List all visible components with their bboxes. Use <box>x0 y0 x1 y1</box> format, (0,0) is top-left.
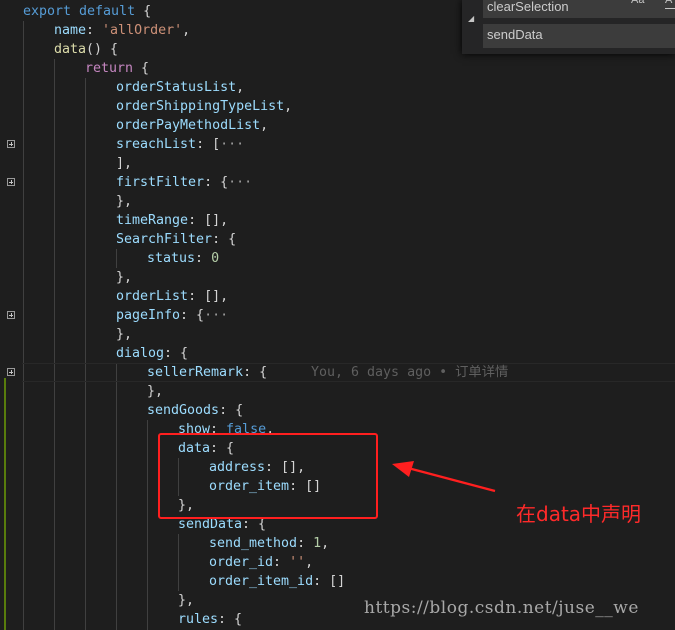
code-line[interactable]: firstFilter: {··· <box>0 173 675 192</box>
git-blame-annotation: You, 6 days ago • 订单详情 <box>311 365 509 380</box>
code-line[interactable]: }, <box>0 268 675 287</box>
code-line[interactable]: status: 0 <box>0 249 675 268</box>
expand-fold-icon[interactable] <box>7 368 15 376</box>
watermark: https://blog.csdn.net/juse__we <box>364 598 639 618</box>
code-line[interactable]: orderShippingTypeList, <box>0 97 675 116</box>
code-line[interactable]: order_item_id: [] <box>0 572 675 591</box>
expand-fold-icon[interactable] <box>7 178 15 186</box>
toggle-replace-button[interactable]: ◢ <box>462 0 482 54</box>
code-editor[interactable]: export default { name: 'allOrder', data(… <box>0 0 675 630</box>
expand-fold-icon[interactable] <box>7 311 15 319</box>
code-line[interactable]: SearchFilter: { <box>0 230 675 249</box>
code-line[interactable]: return { <box>0 59 675 78</box>
annotation-label: 在data中声明 <box>516 502 642 526</box>
replace-input[interactable]: sendData <box>483 24 675 48</box>
code-line[interactable]: }, <box>0 325 675 344</box>
code-line[interactable]: orderList: [], <box>0 287 675 306</box>
code-line[interactable]: sendGoods: { <box>0 401 675 420</box>
highlight-box <box>158 433 378 519</box>
code-line[interactable]: dialog: { <box>0 344 675 363</box>
folded-ellipsis[interactable]: ··· <box>204 308 228 323</box>
match-case-toggle[interactable]: Aa <box>631 0 649 8</box>
code-line[interactable]: timeRange: [], <box>0 211 675 230</box>
code-line[interactable]: orderPayMethodList, <box>0 116 675 135</box>
folded-ellipsis[interactable]: ··· <box>228 175 252 190</box>
expand-fold-icon[interactable] <box>7 140 15 148</box>
code-line[interactable]: }, <box>0 192 675 211</box>
arrow-icon <box>392 461 496 493</box>
code-line[interactable]: pageInfo: {··· <box>0 306 675 325</box>
match-whole-word-toggle[interactable]: A <box>665 0 675 9</box>
code-line[interactable]: ], <box>0 154 675 173</box>
code-line[interactable]: sreachList: [··· <box>0 135 675 154</box>
triangle-down-icon: ◢ <box>468 14 475 23</box>
folded-ellipsis[interactable]: ··· <box>220 137 244 152</box>
code-line[interactable]: order_id: '', <box>0 553 675 572</box>
find-input[interactable]: clearSelection Aa A <box>483 0 675 18</box>
code-line[interactable]: orderStatusList, <box>0 78 675 97</box>
find-replace-widget: ◢ clearSelection Aa A sendData <box>462 0 675 54</box>
code-line[interactable]: }, <box>0 382 675 401</box>
code-line[interactable]: send_method: 1, <box>0 534 675 553</box>
